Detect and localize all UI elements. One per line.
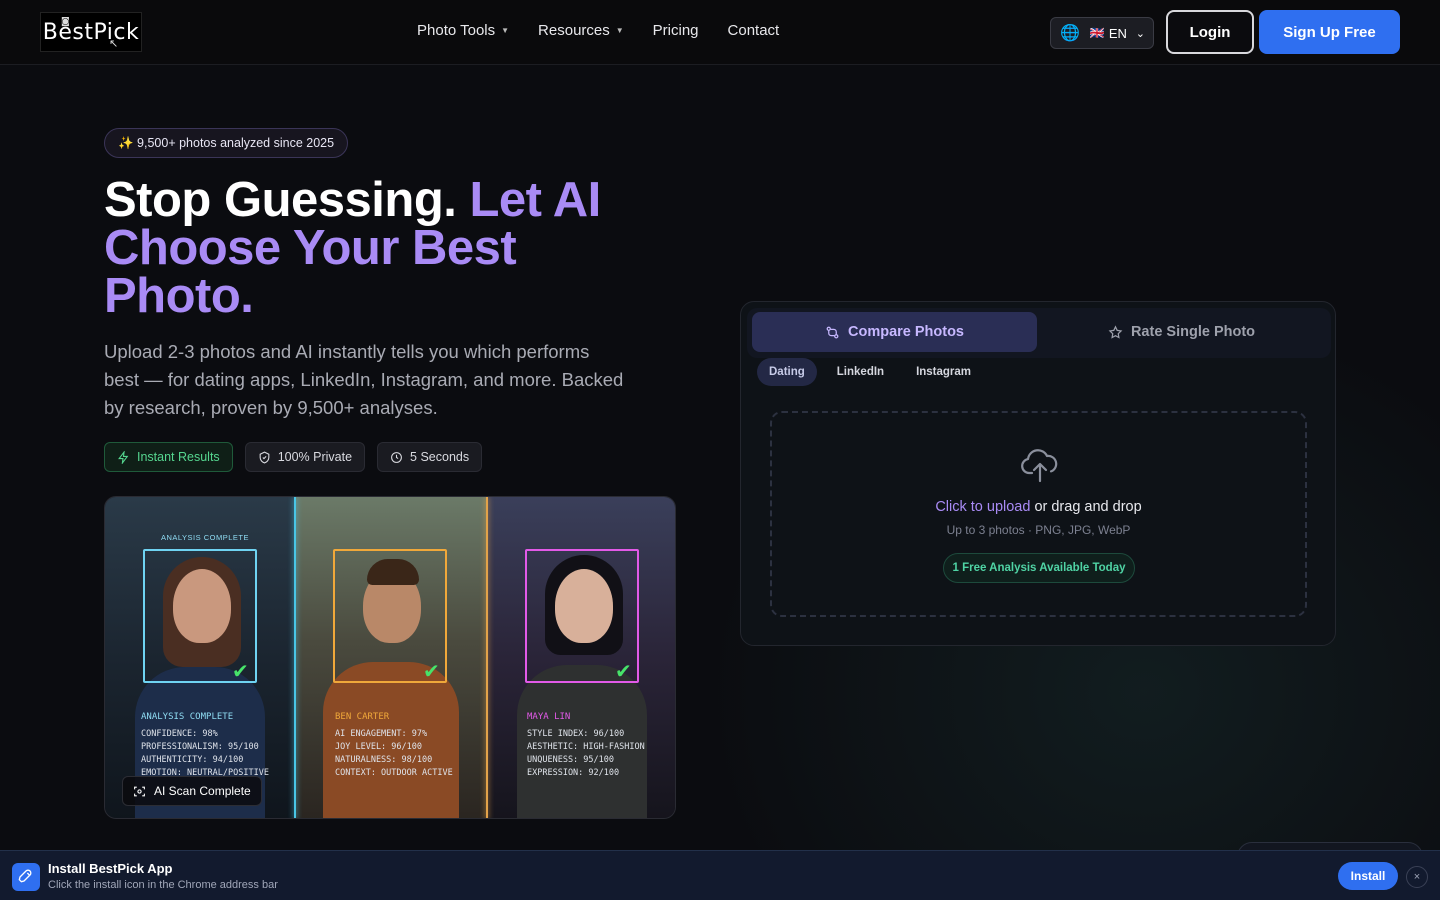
hero-title-accent-3: Photo. xyxy=(104,269,254,323)
panel-divider xyxy=(486,497,488,818)
nav-photo-tools[interactable]: Photo Tools ▼ xyxy=(417,22,509,39)
tab-compare-photos[interactable]: Compare Photos xyxy=(752,312,1037,352)
chip-instant-results: Instant Results xyxy=(104,442,233,472)
login-button[interactable]: Login xyxy=(1166,10,1254,54)
hero-title-accent-1: Let AI xyxy=(469,173,602,227)
chip-label: Instant Results xyxy=(137,450,220,464)
free-analysis-badge: 1 Free Analysis Available Today xyxy=(943,553,1135,583)
tab-label: Compare Photos xyxy=(847,324,964,340)
stats-line: CONFIDENCE: 98% xyxy=(141,729,218,739)
ai-scan-badge: AI Scan Complete xyxy=(122,776,262,806)
category-linkedin[interactable]: LinkedIn xyxy=(825,358,896,386)
hero-subtitle: Upload 2-3 photos and AI instantly tells… xyxy=(104,341,624,418)
cloud-upload-icon xyxy=(1021,449,1058,483)
stats-line: CONTEXT: OUTDOOR ACTIVE xyxy=(335,768,453,778)
shield-icon xyxy=(259,450,270,463)
upload-card: Compare Photos Rate Single Photo Dating … xyxy=(740,301,1336,646)
chip-seconds: 5 Seconds xyxy=(377,442,483,472)
checkmark-icon: ✔ xyxy=(232,661,249,683)
stats-badge: ✨ 9,500+ photos analyzed since 2025 xyxy=(104,128,349,158)
nav-photo-tools-label: Photo Tools xyxy=(417,22,496,39)
clock-icon xyxy=(391,451,402,463)
main-nav: Photo Tools ▼ Resources ▼ Pricing Contac… xyxy=(417,22,808,39)
logo[interactable]: ◙ BestPick ↖ xyxy=(40,12,142,52)
chip-private: 100% Private xyxy=(244,442,366,472)
star-icon xyxy=(1108,324,1123,339)
language-select[interactable]: 🌐 🇬🇧 EN ⌄ xyxy=(1050,17,1154,49)
cursor-icon: ↖ xyxy=(109,37,119,50)
category-tabs: Dating LinkedIn Instagram xyxy=(757,358,991,386)
stats-line: NATURALNESS: 98/100 xyxy=(335,755,433,765)
hero-title: Stop Guessing. Let AI Choose Your Best P… xyxy=(104,173,664,323)
stats-line: EXPRESSION: 92/100 xyxy=(527,768,620,778)
nav-resources-label: Resources xyxy=(538,22,610,39)
stats-panel-3: MAYA LIN STYLE INDEX: 96/100 AESTHETIC: … xyxy=(527,711,645,780)
stats-line: STYLE INDEX: 96/100 xyxy=(527,729,625,739)
nav-pricing-label: Pricing xyxy=(652,22,699,39)
stats-line: JOY LEVEL: 96/100 xyxy=(335,742,422,752)
upload-hint: Up to 3 photos · PNG, JPG, WebP xyxy=(946,523,1131,537)
install-title: Install BestPick App xyxy=(48,861,173,876)
analysis-top-label: ANALYSIS COMPLETE xyxy=(161,533,249,542)
nav-contact-label: Contact xyxy=(727,22,780,39)
stats-line: UNQUENESS: 95/100 xyxy=(527,755,614,765)
hero-title-plain: Stop Guessing. xyxy=(104,173,457,227)
language-code: EN xyxy=(1108,25,1127,41)
stats-line: AI ENGAGEMENT: 97% xyxy=(335,729,428,739)
checkmark-icon: ✔ xyxy=(615,661,632,683)
install-button[interactable]: Install xyxy=(1338,862,1398,890)
upload-dropzone[interactable]: Click to upload or drag and drop Up to 3… xyxy=(770,411,1307,617)
mode-tabs: Compare Photos Rate Single Photo xyxy=(747,308,1331,358)
nav-pricing[interactable]: Pricing xyxy=(653,22,699,39)
stats-line: PROFESSIONALISM: 95/100 xyxy=(141,742,259,752)
stats-title: BEN CARTER xyxy=(335,712,390,722)
caret-down-icon: ▼ xyxy=(501,26,510,35)
logo-text: BestPick xyxy=(42,19,140,45)
panel-divider xyxy=(294,497,296,818)
stats-title: ANALYSIS COMPLETE xyxy=(141,712,234,722)
rocket-icon xyxy=(12,863,40,891)
stats-panel-1: ANALYSIS COMPLETE CONFIDENCE: 98% PROFES… xyxy=(141,711,269,780)
caret-down-icon: ▼ xyxy=(615,26,624,35)
stats-line: AESTHETIC: HIGH-FASHION xyxy=(527,742,645,752)
chip-label: 100% Private xyxy=(277,450,353,464)
site-header: ◙ BestPick ↖ Photo Tools ▼ Resources ▼ P… xyxy=(0,0,1440,65)
close-icon[interactable]: × xyxy=(1406,866,1428,888)
chip-label: 5 Seconds xyxy=(410,450,470,464)
bolt-icon xyxy=(118,450,129,464)
rocket-glyph xyxy=(18,869,32,883)
nav-contact[interactable]: Contact xyxy=(728,22,780,39)
stats-title: MAYA LIN xyxy=(527,712,571,722)
globe-icon: 🌐 xyxy=(1060,25,1080,42)
stats-panel-2: BEN CARTER AI ENGAGEMENT: 97% JOY LEVEL:… xyxy=(335,711,453,780)
checkmark-icon: ✔ xyxy=(423,661,440,683)
tab-rate-single-photo[interactable]: Rate Single Photo xyxy=(1039,312,1324,352)
category-instagram[interactable]: Instagram xyxy=(904,358,983,386)
feature-chips: Instant Results 100% Private 5 Seconds xyxy=(104,442,483,472)
install-app-banner: Install BestPick App Click the install i… xyxy=(0,850,1440,900)
chevron-down-icon: ⌄ xyxy=(1135,27,1145,40)
uk-flag-icon: 🇬🇧 xyxy=(1089,26,1105,40)
drag-drop-text: or drag and drop xyxy=(1030,499,1142,515)
signup-button[interactable]: Sign Up Free xyxy=(1259,10,1400,54)
camera-icon: ◙ xyxy=(61,17,71,27)
category-dating[interactable]: Dating xyxy=(757,358,817,386)
tab-label: Rate Single Photo xyxy=(1130,324,1256,340)
nav-resources[interactable]: Resources ▼ xyxy=(538,22,624,39)
click-to-upload-link[interactable]: Click to upload xyxy=(935,499,1030,515)
upload-instructions: Click to upload or drag and drop xyxy=(772,499,1305,515)
scan-badge-label: AI Scan Complete xyxy=(154,784,251,798)
stats-line: AUTHENTICITY: 94/100 xyxy=(141,755,244,765)
hero-title-accent-2: Choose Your Best xyxy=(104,221,517,275)
compare-icon xyxy=(826,326,839,338)
install-subtitle: Click the install icon in the Chrome add… xyxy=(48,879,278,891)
scan-icon xyxy=(134,786,145,796)
hero-analysis-image: ANALYSIS COMPLETE ✔ ✔ ✔ ANALYSIS COMPLET… xyxy=(104,496,676,819)
